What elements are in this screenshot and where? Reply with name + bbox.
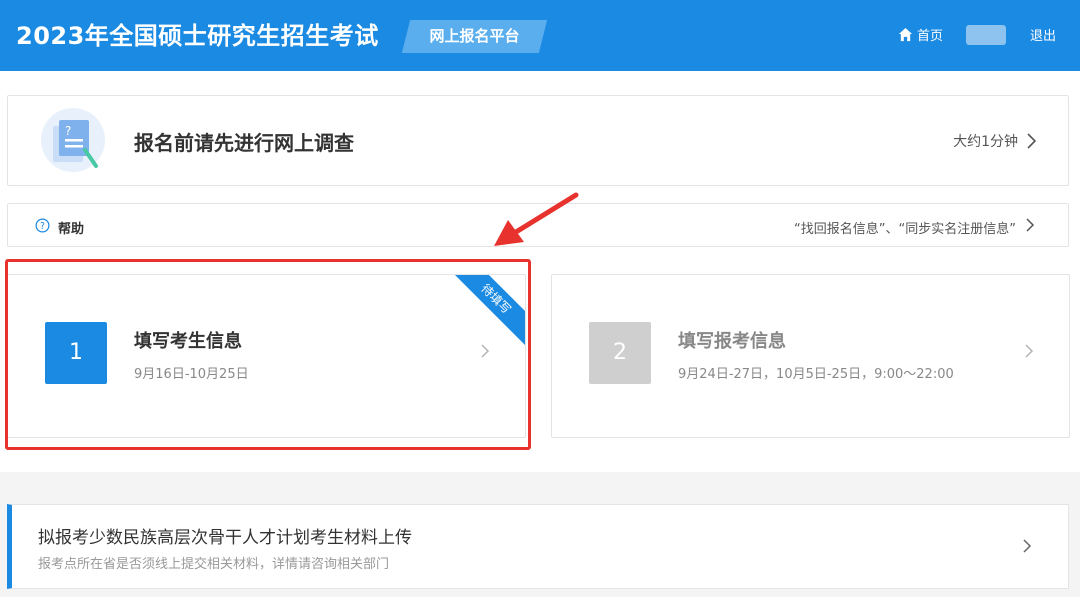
help-bar[interactable]: ? 帮助 “找回报名信息”、“同步实名注册信息” [7,203,1069,247]
help-label: 帮助 [58,222,85,237]
logout-link[interactable]: 退出 [1030,25,1056,44]
page-title: 2023年全国硕士研究生招生考试 [16,22,379,50]
chevron-right-icon [1026,218,1035,232]
upload-subtitle: 报考点所在省是否须线上提交相关材料，详情请咨询相关部门 [38,557,390,572]
top-header: 2023年全国硕士研究生招生考试 网上报名平台 首页 退出 [0,0,1080,71]
svg-text:?: ? [40,221,45,232]
home-icon [898,27,913,41]
step-dates: 9月24日-27日，10月5日-25日，9:00～22:00 [678,367,954,382]
survey-card[interactable]: ? 报名前请先进行网上调查 大约1分钟 [7,95,1069,186]
chevron-right-icon [1025,344,1034,358]
platform-tag: 网上报名平台 [401,20,548,53]
svg-text:?: ? [65,124,71,138]
step-number-badge: 2 [589,322,651,384]
home-label: 首页 [917,28,944,44]
materials-upload-card[interactable]: 拟报考少数民族高层次骨干人才计划考生材料上传 报考点所在省是否须线上提交相关材料… [7,504,1069,589]
questionnaire-illustration: ? [41,108,105,172]
question-circle-icon: ? [35,218,50,233]
upload-title: 拟报考少数民族高层次骨干人才计划考生材料上传 [38,528,412,548]
step-title: 填写报考信息 [678,331,786,352]
platform-tag-label: 网上报名平台 [429,27,520,45]
chevron-right-icon [1027,133,1037,149]
chevron-right-icon [1023,539,1032,553]
user-avatar[interactable] [966,25,1006,45]
survey-time-hint: 大约1分钟 [953,134,1018,150]
highlight-box [5,259,531,450]
help-links[interactable]: “找回报名信息”、“同步实名注册信息” [794,218,1016,237]
survey-title: 报名前请先进行网上调查 [134,131,354,155]
home-link[interactable]: 首页 [898,24,943,44]
step-card-fill-application-info[interactable]: 2 填写报考信息 9月24日-27日，10月5日-25日，9:00～22:00 [551,274,1070,438]
